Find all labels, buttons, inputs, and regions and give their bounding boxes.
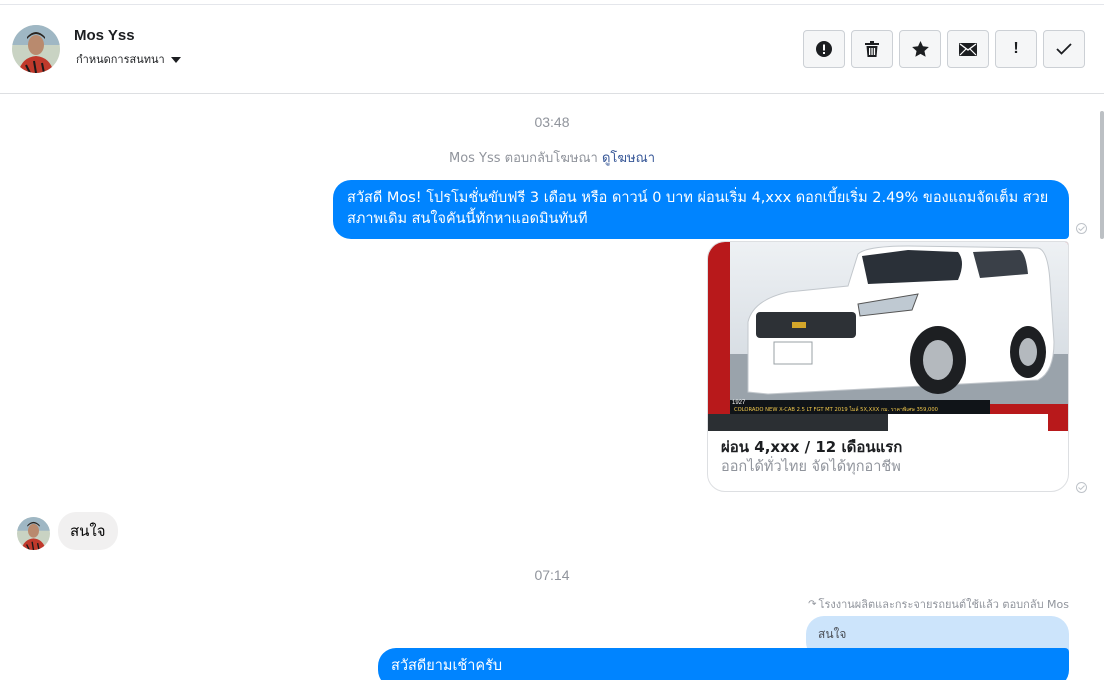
conversation-settings-dropdown[interactable]: กำหนดการสนทนา [76,50,181,68]
follow-up-button[interactable]: ! [995,30,1037,68]
car-image-code: 1927 [732,400,746,406]
timestamp: 03:48 [534,114,570,130]
delete-button[interactable] [851,30,893,68]
star-icon [911,41,929,57]
exclamation-icon: ! [1013,40,1019,57]
reply-note: ↷ โรงงานผลิตและกระจายรถยนต์ใช้แล้ว ตอบกล… [808,595,1069,613]
thread-scrollbar[interactable] [1100,111,1104,239]
sent-status-icon [1076,223,1087,234]
star-button[interactable] [899,30,941,68]
car-image-caption: COLORADO NEW X-CAB 2.5 LT FGT MT 2019 ไม… [734,405,938,413]
mark-done-button[interactable] [1043,30,1085,68]
sender-avatar[interactable] [17,517,50,550]
timestamp: 07:14 [534,567,570,583]
reply-note-text: โรงงานผลิตและกระจายรถยนต์ใช้แล้ว ตอบกลับ… [818,598,1069,611]
contact-name[interactable]: Mos Yss [74,27,135,44]
envelope-icon [959,42,977,56]
header-actions: ! [803,30,1085,68]
trash-icon [865,41,879,57]
incoming-message[interactable]: สนใจ [58,512,118,550]
conversation-header: Mos Yss กำหนดการสนทนา ! [0,5,1104,94]
view-ad-link[interactable]: ดูโฆษณา [602,151,655,166]
contact-avatar[interactable] [12,25,60,73]
ad-card[interactable]: 1927 COLORADO NEW X-CAB 2.5 LT FGT MT 20… [707,241,1069,492]
ad-reply-notice: Mos Yss ตอบกลับโฆษณา ดูโฆษณา [0,147,1104,168]
caret-down-icon [170,56,181,63]
card-subtitle: ออกได้ทั่วไทย จัดได้ทุกอาชีพ [721,459,901,475]
outgoing-message[interactable]: สวัสดี Mos! โปรโมชั่นขับฟรี 3 เดือน หรือ… [333,180,1069,239]
mark-unread-button[interactable] [947,30,989,68]
conversation-settings-label: กำหนดการสนทนา [76,53,165,66]
reply-arrow-icon: ↷ [808,598,817,610]
outgoing-message[interactable]: สวัสดียามเช้าครับ [378,648,1069,680]
car-image: 1927 COLORADO NEW X-CAB 2.5 LT FGT MT 20… [708,242,1068,431]
mark-spam-button[interactable] [803,30,845,68]
sent-status-icon [1076,482,1087,493]
ad-reply-text: Mos Yss ตอบกลับโฆษณา [448,151,598,166]
checkmark-icon [1056,43,1072,55]
alert-circle-icon [816,41,832,57]
message-thread[interactable]: 03:48 Mos Yss ตอบกลับโฆษณา ดูโฆษณา สวัสด… [0,95,1104,680]
